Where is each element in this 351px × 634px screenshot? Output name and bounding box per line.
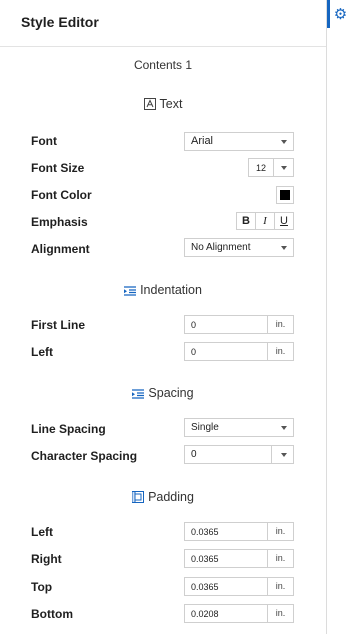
padding-bottom-label: Bottom [31, 607, 73, 621]
style-editor-panel: Style Editor Contents 1 Text Font Arial … [0, 0, 327, 634]
line-spacing-select[interactable]: Single [184, 418, 294, 437]
section-padding-heading: Padding [0, 490, 326, 506]
font-size-value: 12 [256, 163, 267, 173]
gear-icon[interactable]: ⚙ [327, 0, 351, 28]
padding-icon [132, 491, 145, 506]
first-line-input[interactable]: 0 in. [184, 315, 294, 334]
padding-left-label: Left [31, 525, 53, 539]
underline-button[interactable]: U [275, 213, 293, 229]
section-indentation-heading: Indentation [0, 283, 326, 299]
indent-left-input[interactable]: 0 in. [184, 342, 294, 361]
character-spacing-value: 0 [191, 449, 197, 460]
font-color-label: Font Color [31, 188, 92, 202]
unit-label: in. [267, 605, 293, 622]
divider [273, 159, 274, 176]
padding-left-input[interactable]: 0.0365 in. [184, 522, 294, 541]
padding-top-value: 0.0365 [191, 582, 219, 592]
section-text-label: Text [159, 97, 183, 111]
padding-bottom-input[interactable]: 0.0208 in. [184, 604, 294, 623]
indent-left-value: 0 [191, 347, 197, 357]
padding-top-label: Top [31, 580, 53, 594]
padding-top-input[interactable]: 0.0365 in. [184, 577, 294, 596]
bold-button[interactable]: B [237, 213, 256, 229]
font-size-label: Font Size [31, 161, 85, 175]
section-spacing-label: Spacing [148, 386, 194, 400]
panel-title: Style Editor [21, 14, 99, 30]
unit-label: in. [267, 343, 293, 360]
font-size-select[interactable]: 12 [248, 158, 294, 177]
unit-label: in. [267, 550, 293, 567]
alignment-value: No Alignment [191, 242, 251, 253]
character-spacing-select[interactable]: 0 [184, 445, 294, 464]
right-toolbar: ⚙ [327, 0, 351, 634]
font-label: Font [31, 134, 57, 148]
spacing-icon [132, 388, 145, 402]
chevron-down-icon [281, 453, 287, 457]
chevron-down-icon [281, 426, 287, 430]
padding-left-value: 0.0365 [191, 527, 219, 537]
emphasis-group: B I U [236, 212, 294, 230]
indent-left-label: Left [31, 345, 53, 359]
first-line-label: First Line [31, 318, 86, 332]
alignment-select[interactable]: No Alignment [184, 238, 294, 257]
line-spacing-value: Single [191, 422, 219, 433]
italic-button[interactable]: I [256, 213, 275, 229]
chevron-down-icon [281, 166, 287, 170]
section-padding-label: Padding [148, 490, 194, 504]
emphasis-label: Emphasis [31, 215, 88, 229]
padding-right-input[interactable]: 0.0365 in. [184, 549, 294, 568]
chevron-down-icon [281, 140, 287, 144]
padding-right-value: 0.0365 [191, 554, 219, 564]
text-box-icon [143, 98, 156, 113]
panel-header: Style Editor [0, 0, 326, 47]
chevron-down-icon [281, 246, 287, 250]
color-swatch [280, 190, 290, 200]
font-select[interactable]: Arial [184, 132, 294, 151]
style-name: Contents 1 [133, 58, 193, 72]
unit-label: in. [267, 523, 293, 540]
character-spacing-label: Character Spacing [31, 449, 138, 463]
indent-icon [124, 285, 137, 299]
line-spacing-label: Line Spacing [31, 422, 106, 436]
first-line-value: 0 [191, 320, 197, 330]
padding-bottom-value: 0.0208 [191, 609, 219, 619]
section-text-heading: Text [0, 97, 326, 113]
divider [271, 446, 272, 463]
alignment-label: Alignment [31, 242, 90, 256]
font-color-picker[interactable] [276, 186, 294, 204]
unit-label: in. [267, 316, 293, 333]
padding-right-label: Right [31, 552, 62, 566]
section-indentation-label: Indentation [140, 283, 202, 297]
font-select-value: Arial [191, 135, 214, 147]
unit-label: in. [267, 578, 293, 595]
section-spacing-heading: Spacing [0, 386, 326, 402]
